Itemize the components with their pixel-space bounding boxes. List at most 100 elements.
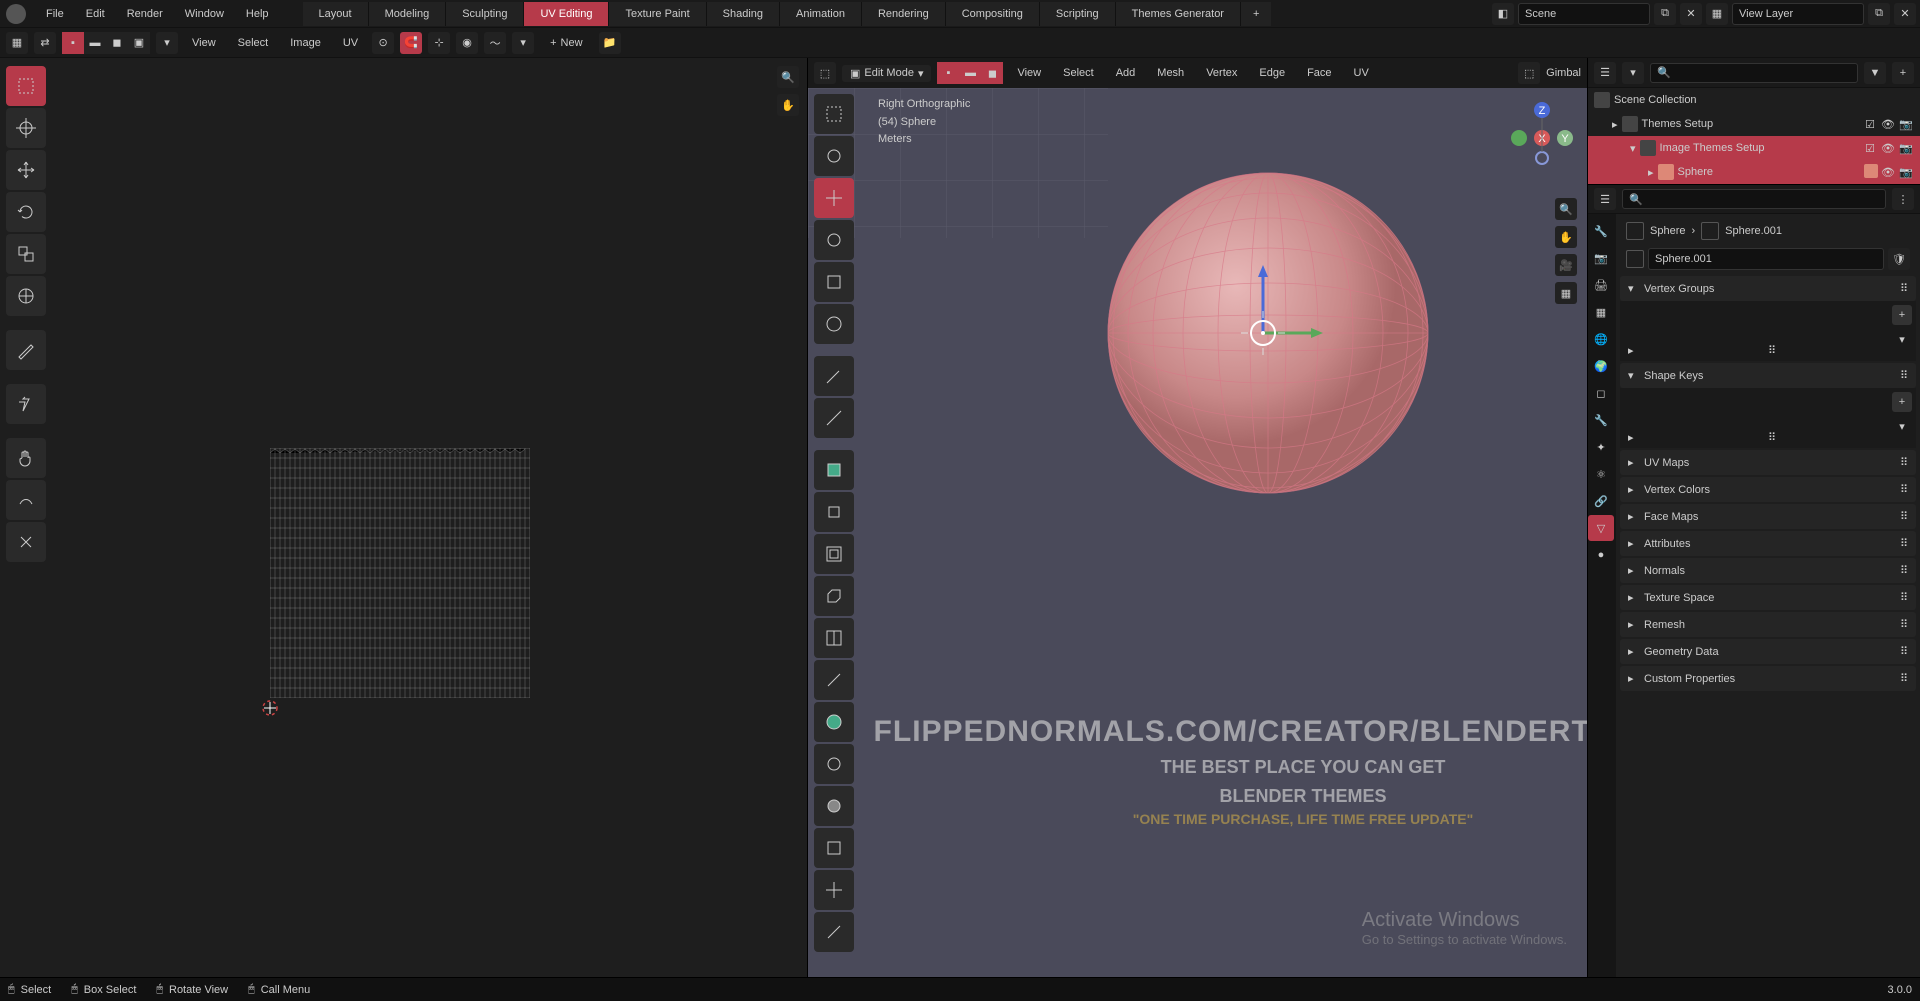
shield-icon[interactable]: 🛡	[1888, 248, 1910, 270]
uv-view-menu[interactable]: View	[184, 33, 224, 53]
v3d-add-menu[interactable]: Add	[1108, 63, 1144, 83]
uv-sticky-icon[interactable]: ▾	[156, 32, 178, 54]
shape-key-menu-icon[interactable]: ▾	[1892, 416, 1912, 436]
proportional-icon[interactable]: ◉	[456, 32, 478, 54]
tool-relax[interactable]	[6, 480, 46, 520]
scene-name-input[interactable]	[1519, 8, 1649, 20]
panel-attributes[interactable]: ▸Attributes⠿	[1620, 531, 1916, 556]
tool-pinch[interactable]	[6, 522, 46, 562]
editor-type-3d-icon[interactable]: ⬚	[814, 62, 836, 84]
prop-tab-constraint[interactable]: 🔗	[1588, 488, 1614, 514]
tool-cursor-3d[interactable]	[814, 136, 854, 176]
v3d-uv-menu[interactable]: UV	[1346, 63, 1377, 83]
outliner-display-icon[interactable]: ▾	[1622, 62, 1644, 84]
snap-target-icon[interactable]: ⊹	[428, 32, 450, 54]
prop-tab-tool[interactable]: 🔧	[1588, 218, 1614, 244]
new-image-button[interactable]: + New	[540, 33, 592, 53]
visibility-icon[interactable]: 👁	[1880, 140, 1896, 156]
menu-file[interactable]: File	[36, 4, 74, 24]
shape-keys-list[interactable]: + ▾ ▸ ⠿	[1620, 388, 1916, 448]
uv-sync-icon[interactable]: ⇄	[34, 32, 56, 54]
tab-themes-generator[interactable]: Themes Generator	[1116, 2, 1241, 26]
panel-vertex-colors[interactable]: ▸Vertex Colors⠿	[1620, 477, 1916, 502]
vertex-groups-list[interactable]: + ▾ ▸ ⠿	[1620, 301, 1916, 361]
tab-texture-paint[interactable]: Texture Paint	[609, 2, 706, 26]
panel-normals[interactable]: ▸Normals⠿	[1620, 558, 1916, 583]
image-browse-icon[interactable]: ▾	[512, 32, 534, 54]
tree-themes-setup[interactable]: ▸ Themes Setup ☑👁📷	[1588, 112, 1920, 136]
scene-copy-icon[interactable]: ⧉	[1654, 3, 1676, 25]
v3d-select-menu[interactable]: Select	[1055, 63, 1102, 83]
uv-editor-viewport[interactable]: 🔍 ✋	[0, 58, 808, 977]
add-vertex-group-button[interactable]: +	[1892, 305, 1912, 325]
editor-type-icon[interactable]: ▦	[6, 32, 28, 54]
pivot-icon[interactable]: ⊙	[372, 32, 394, 54]
zoom-3d-icon[interactable]: 🔍	[1555, 198, 1577, 220]
falloff-icon[interactable]: 〜	[484, 32, 506, 54]
tool-transform[interactable]	[6, 276, 46, 316]
orientation-icon[interactable]: ⬚	[1518, 62, 1540, 84]
render-icon[interactable]: 📷	[1898, 116, 1914, 132]
layer-browse-icon[interactable]: ▦	[1706, 3, 1728, 25]
prop-tab-viewlayer[interactable]: ▦	[1588, 299, 1614, 325]
prop-tab-modifier[interactable]: 🔧	[1588, 407, 1614, 433]
tool-add-cube[interactable]	[814, 450, 854, 490]
v3d-vertex-menu[interactable]: Vertex	[1198, 63, 1245, 83]
tool-select-box[interactable]	[6, 66, 46, 106]
tool-rotate[interactable]	[6, 192, 46, 232]
tool-shrink[interactable]	[814, 870, 854, 910]
viewlayer-input[interactable]	[1733, 8, 1863, 20]
grip-icon[interactable]: ⠿	[1768, 344, 1776, 357]
camera-view-icon[interactable]: 🎥	[1555, 254, 1577, 276]
tool-smooth[interactable]	[814, 786, 854, 826]
uv-vertex-mode[interactable]: ▪	[62, 32, 84, 54]
tool-annotate[interactable]	[6, 330, 46, 370]
tool-loopcut[interactable]	[814, 618, 854, 658]
props-search[interactable]: 🔍	[1622, 189, 1886, 209]
prop-tab-output[interactable]: 🖨	[1588, 272, 1614, 298]
outliner-type-icon[interactable]: ☰	[1594, 62, 1616, 84]
grip-icon[interactable]: ⠿	[1768, 431, 1776, 444]
open-image-icon[interactable]: 📁	[599, 32, 621, 54]
panel-vertex-groups[interactable]: ▾Vertex Groups⠿	[1620, 276, 1916, 301]
v3d-view-menu[interactable]: View	[1009, 63, 1049, 83]
layer-copy-icon[interactable]: ⧉	[1868, 3, 1890, 25]
tool-knife[interactable]	[814, 660, 854, 700]
pan-icon[interactable]: ✋	[777, 94, 799, 116]
uv-edge-mode[interactable]: ▬	[84, 32, 106, 54]
prop-tab-physics[interactable]: ⚛	[1588, 461, 1614, 487]
mesh-face-mode[interactable]: ◼	[981, 62, 1003, 84]
scene-browse-icon[interactable]: ◧	[1492, 3, 1514, 25]
prop-tab-object[interactable]: ◻	[1588, 380, 1614, 406]
render-icon[interactable]: 📷	[1898, 140, 1914, 156]
gimbal-label[interactable]: Gimbal	[1546, 67, 1581, 79]
tool-shear[interactable]	[814, 912, 854, 952]
v3d-edge-menu[interactable]: Edge	[1251, 63, 1293, 83]
tab-shading[interactable]: Shading	[707, 2, 780, 26]
props-type-icon[interactable]: ☰	[1594, 188, 1616, 210]
blender-logo-icon[interactable]	[6, 4, 26, 24]
props-options-icon[interactable]: ⋮	[1892, 188, 1914, 210]
tool-cursor[interactable]	[6, 108, 46, 148]
tab-scripting[interactable]: Scripting	[1040, 2, 1116, 26]
tool-scale-3d[interactable]	[814, 262, 854, 302]
panel-shape-keys[interactable]: ▾Shape Keys⠿	[1620, 363, 1916, 388]
prop-tab-material[interactable]: ●	[1588, 542, 1614, 568]
tool-transform-3d[interactable]	[814, 304, 854, 344]
filter-icon[interactable]: ▼	[1864, 62, 1886, 84]
tool-select-box-3d[interactable]	[814, 94, 854, 134]
outliner-tree[interactable]: Scene Collection ▸ Themes Setup ☑👁📷 ▾ Im…	[1588, 88, 1920, 184]
tool-edge-slide[interactable]	[814, 828, 854, 868]
tool-extrude[interactable]	[814, 492, 854, 532]
mesh-edge-mode[interactable]: ▬	[959, 62, 981, 84]
tool-scale[interactable]	[6, 234, 46, 274]
panel-custom-properties[interactable]: ▸Custom Properties⠿	[1620, 666, 1916, 691]
menu-help[interactable]: Help	[236, 4, 279, 24]
tool-measure[interactable]	[814, 398, 854, 438]
panel-texture-space[interactable]: ▸Texture Space⠿	[1620, 585, 1916, 610]
layer-delete-icon[interactable]: ✕	[1894, 3, 1916, 25]
expand-icon[interactable]: ▸	[1628, 344, 1634, 357]
v3d-face-menu[interactable]: Face	[1299, 63, 1339, 83]
prop-tab-world[interactable]: 🌍	[1588, 353, 1614, 379]
tool-annotate-3d[interactable]	[814, 356, 854, 396]
